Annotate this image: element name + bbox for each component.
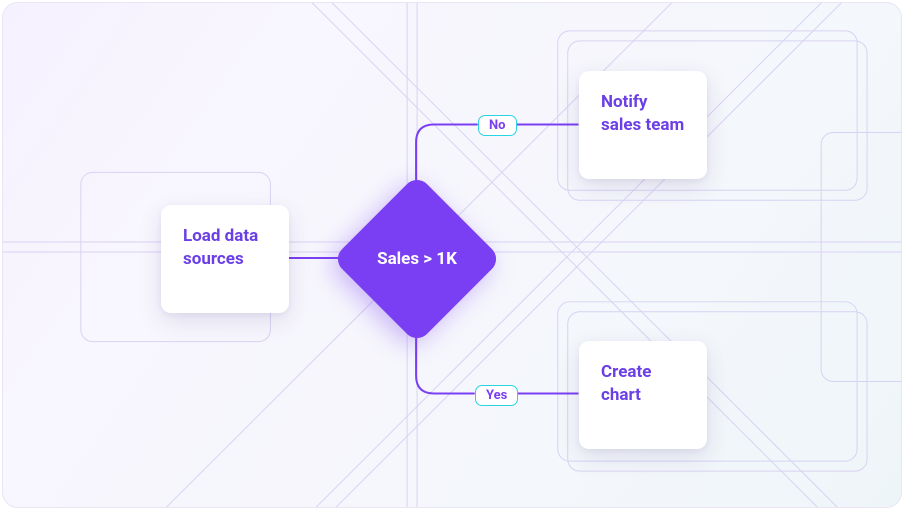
node-notify-sales-team[interactable]: Notify sales team xyxy=(579,71,707,179)
node-label: Create chart xyxy=(601,362,651,405)
badge-label: No xyxy=(489,118,506,133)
branch-badge-no: No xyxy=(478,115,517,136)
node-load-data-sources[interactable]: Load data sources xyxy=(161,205,289,313)
node-create-chart[interactable]: Create chart xyxy=(579,341,707,449)
badge-label: Yes xyxy=(486,388,507,403)
branch-badge-yes: Yes xyxy=(475,385,518,406)
node-label: Notify sales team xyxy=(601,92,684,135)
flow-canvas: Load data sources Sales > 1K Notify sale… xyxy=(2,2,902,508)
node-label: Load data sources xyxy=(183,226,258,269)
